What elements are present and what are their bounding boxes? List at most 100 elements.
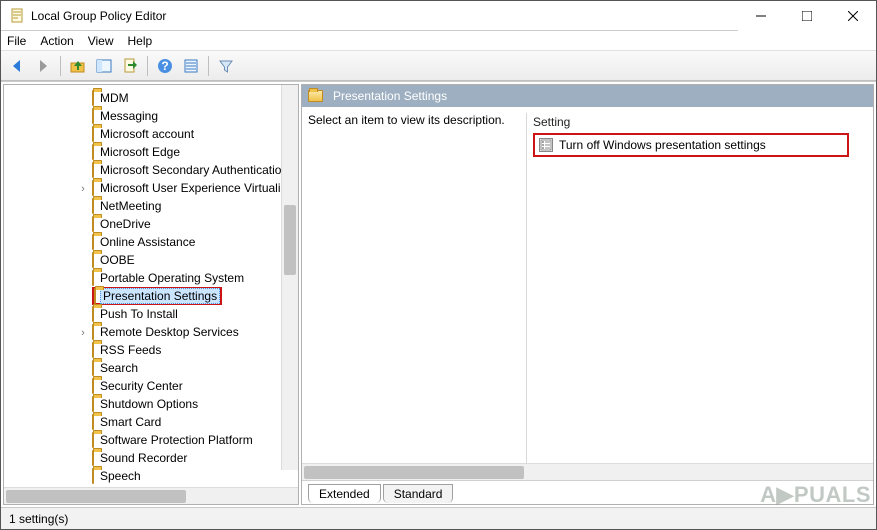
- app-icon: [9, 8, 25, 24]
- folder-icon: [92, 414, 94, 430]
- tree-item-label: Sound Recorder: [98, 451, 189, 465]
- tree-item-label: Microsoft Secondary Authentication: [98, 163, 290, 177]
- tree-item[interactable]: Speech: [4, 467, 298, 485]
- tree-horizontal-scrollbar[interactable]: [4, 487, 298, 504]
- close-button[interactable]: [830, 1, 876, 31]
- setting-label: Turn off Windows presentation settings: [559, 138, 766, 152]
- statusbar-text: 1 setting(s): [9, 512, 68, 526]
- tree-item-label: Search: [98, 361, 140, 375]
- tree-item[interactable]: ›Microsoft User Experience Virtualiz: [4, 179, 298, 197]
- tree-item-label: Security Center: [98, 379, 185, 393]
- tree-item-label: Speech: [98, 469, 143, 483]
- folder-icon: [92, 126, 94, 142]
- folder-icon: [92, 468, 94, 484]
- tree-item[interactable]: Microsoft Edge: [4, 143, 298, 161]
- menu-file[interactable]: File: [7, 34, 26, 48]
- tree-vertical-scrollbar[interactable]: [281, 85, 298, 470]
- folder-icon: [92, 162, 94, 178]
- back-button[interactable]: [5, 54, 29, 78]
- folder-icon: [92, 432, 94, 448]
- toolbar-separator: [147, 56, 148, 76]
- tree-item-label: RSS Feeds: [98, 343, 163, 357]
- detail-horizontal-scroll-thumb[interactable]: [304, 466, 524, 479]
- tree-item-label: Remote Desktop Services: [98, 325, 241, 339]
- folder-icon: [92, 450, 94, 466]
- tree-item[interactable]: OOBE: [4, 251, 298, 269]
- toolbar-separator: [208, 56, 209, 76]
- folder-icon: [94, 288, 96, 304]
- description-prompt: Select an item to view its description.: [308, 113, 505, 127]
- menu-view[interactable]: View: [88, 34, 114, 48]
- tab-standard[interactable]: Standard: [383, 484, 454, 503]
- help-button[interactable]: ?: [153, 54, 177, 78]
- tree-item-label: OneDrive: [98, 217, 153, 231]
- tree-item-label: Microsoft account: [98, 127, 196, 141]
- tree-item[interactable]: Shutdown Options: [4, 395, 298, 413]
- folder-icon: [92, 360, 94, 376]
- tree-item[interactable]: Online Assistance: [4, 233, 298, 251]
- tree-item[interactable]: Software Protection Platform: [4, 431, 298, 449]
- folder-icon: [92, 270, 94, 286]
- menubar: File Action View Help: [1, 31, 876, 51]
- tree-item[interactable]: Push To Install: [4, 305, 298, 323]
- tree-item[interactable]: Search: [4, 359, 298, 377]
- tree-item[interactable]: MDM: [4, 89, 298, 107]
- tree-item[interactable]: Portable Operating System: [4, 269, 298, 287]
- maximize-button[interactable]: [784, 1, 830, 31]
- toolbar-separator: [60, 56, 61, 76]
- description-column: Select an item to view its description.: [308, 113, 526, 463]
- tab-extended[interactable]: Extended: [308, 484, 381, 503]
- tree-item-label: OOBE: [98, 253, 137, 267]
- folder-icon: [92, 378, 94, 394]
- properties-button[interactable]: [179, 54, 203, 78]
- folder-icon: [92, 90, 94, 106]
- tree-item-label: MDM: [98, 91, 131, 105]
- folder-icon: [92, 396, 94, 412]
- tree-item-label: Software Protection Platform: [98, 433, 255, 447]
- details-pane: Presentation Settings Select an item to …: [301, 84, 874, 505]
- tree-item[interactable]: › Remote Desktop Services: [4, 323, 298, 341]
- toolbar: ?: [1, 51, 876, 81]
- content-area: MDM Messaging Microsoft account Microsoft E…: [1, 81, 876, 507]
- tree-item[interactable]: Smart Card: [4, 413, 298, 431]
- tree-scroll: MDM Messaging Microsoft account Microsoft E…: [4, 85, 298, 487]
- window-title: Local Group Policy Editor: [31, 9, 738, 23]
- minimize-button[interactable]: [738, 1, 784, 31]
- tree-item[interactable]: RSS Feeds: [4, 341, 298, 359]
- svg-text:?: ?: [161, 59, 168, 73]
- filter-button[interactable]: [214, 54, 238, 78]
- tree-item[interactable]: Security Center: [4, 377, 298, 395]
- forward-button[interactable]: [31, 54, 55, 78]
- folder-icon: [92, 342, 94, 358]
- tree-item[interactable]: Messaging: [4, 107, 298, 125]
- tree-item-label: Online Assistance: [98, 235, 197, 249]
- tree-item[interactable]: Microsoft account: [4, 125, 298, 143]
- menu-action[interactable]: Action: [40, 34, 73, 48]
- up-folder-button[interactable]: [66, 54, 90, 78]
- tree-item-label: NetMeeting: [98, 199, 163, 213]
- settings-column-header: Setting: [533, 113, 873, 133]
- export-button[interactable]: [118, 54, 142, 78]
- tree-item-label: Presentation Settings: [100, 288, 220, 304]
- statusbar: 1 setting(s): [1, 507, 876, 529]
- show-hide-tree-button[interactable]: [92, 54, 116, 78]
- chevron-right-icon[interactable]: ›: [76, 327, 90, 339]
- settings-column: Setting Turn off Windows presentation se…: [526, 113, 873, 463]
- tree-vertical-scroll-thumb[interactable]: [284, 205, 296, 275]
- folder-icon: [92, 108, 94, 124]
- tree-item[interactable]: OneDrive: [4, 215, 298, 233]
- folder-icon: [92, 324, 94, 340]
- tree-horizontal-scroll-thumb[interactable]: [6, 490, 186, 503]
- tree-item-label: Portable Operating System: [98, 271, 246, 285]
- tree-item[interactable]: Presentation Settings: [4, 287, 298, 305]
- detail-horizontal-scrollbar[interactable]: [302, 463, 873, 480]
- chevron-right-icon[interactable]: ›: [76, 183, 90, 195]
- tree-list: MDM Messaging Microsoft account Microsoft E…: [4, 85, 298, 485]
- tree-item-label: Smart Card: [98, 415, 163, 429]
- setting-row[interactable]: Turn off Windows presentation settings: [533, 133, 849, 157]
- tree-item[interactable]: Microsoft Secondary Authentication: [4, 161, 298, 179]
- folder-icon: [92, 144, 94, 160]
- menu-help[interactable]: Help: [128, 34, 153, 48]
- tree-item[interactable]: Sound Recorder: [4, 449, 298, 467]
- tree-item[interactable]: NetMeeting: [4, 197, 298, 215]
